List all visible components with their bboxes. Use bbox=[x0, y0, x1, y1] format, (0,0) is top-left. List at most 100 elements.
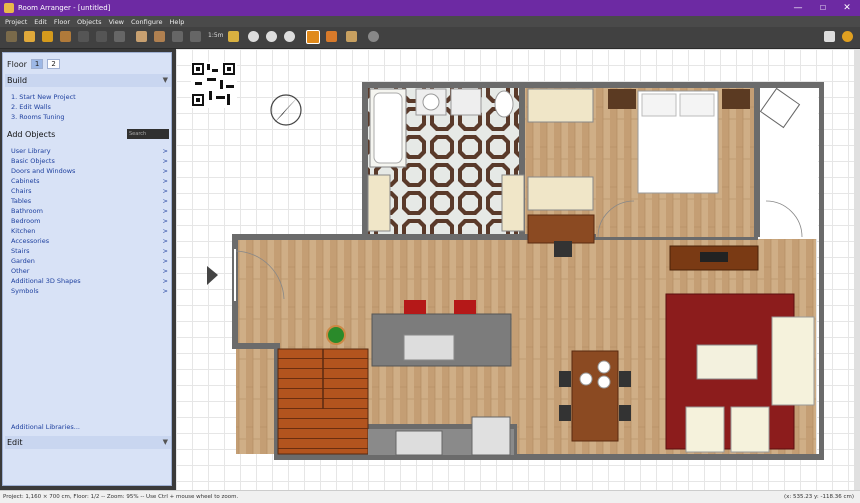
view-2d-icon[interactable] bbox=[306, 30, 320, 44]
menu-edit[interactable]: Edit bbox=[34, 18, 47, 26]
measure-icon[interactable] bbox=[228, 31, 239, 42]
menu-project[interactable]: Project bbox=[5, 18, 27, 26]
kitchen-sink bbox=[403, 334, 455, 361]
category-user-library[interactable]: User Library > bbox=[11, 147, 168, 155]
bar-stool-2 bbox=[454, 300, 476, 314]
info-icon[interactable] bbox=[842, 31, 853, 42]
step-edit-walls[interactable]: 2. Edit Walls bbox=[11, 103, 51, 111]
new-project-icon[interactable] bbox=[6, 31, 17, 42]
wardrobe bbox=[527, 88, 594, 123]
plate-2 bbox=[597, 360, 611, 374]
app-icon bbox=[4, 3, 14, 13]
search-input[interactable]: Search bbox=[127, 129, 169, 139]
dresser bbox=[527, 176, 594, 211]
draw-icon[interactable] bbox=[114, 31, 125, 42]
category-bedroom[interactable]: Bedroom > bbox=[11, 217, 168, 225]
category-bathroom[interactable]: Bathroom > bbox=[11, 207, 168, 215]
bathroom-sink-2 bbox=[450, 88, 482, 116]
category-accessories[interactable]: Accessories > bbox=[11, 237, 168, 245]
menu-floor[interactable]: Floor bbox=[54, 18, 70, 26]
window-title: Room Arranger - [untitled] bbox=[18, 4, 111, 12]
edit-title: Edit bbox=[7, 438, 23, 447]
coffee-table bbox=[696, 344, 758, 380]
close-button[interactable]: ✕ bbox=[834, 0, 860, 16]
print-icon[interactable] bbox=[60, 31, 71, 42]
hand-pan-icon[interactable] bbox=[824, 31, 835, 42]
dining-chair bbox=[559, 371, 571, 387]
category-chairs[interactable]: Chairs > bbox=[11, 187, 168, 195]
entrance-door-gap bbox=[234, 249, 236, 301]
armchair bbox=[685, 406, 725, 453]
category-basic-objects[interactable]: Basic Objects > bbox=[11, 157, 168, 165]
minimize-button[interactable]: — bbox=[785, 0, 811, 16]
category-doors-windows[interactable]: Doors and Windows > bbox=[11, 167, 168, 175]
menu-view[interactable]: View bbox=[109, 18, 124, 26]
floor-tab-1[interactable]: 1 bbox=[30, 59, 44, 69]
redo-icon[interactable] bbox=[96, 31, 107, 42]
menu-help[interactable]: Help bbox=[170, 18, 185, 26]
category-symbols[interactable]: Symbols > bbox=[11, 287, 168, 295]
build-section-header[interactable]: Build ▼ bbox=[5, 74, 171, 87]
stove bbox=[395, 430, 443, 456]
add-objects-title: Add Objects bbox=[7, 130, 56, 139]
category-cabinets[interactable]: Cabinets > bbox=[11, 177, 168, 185]
floor-plan-icon[interactable] bbox=[136, 31, 147, 42]
pillow bbox=[641, 93, 677, 117]
maximize-button[interactable]: ☐ bbox=[810, 0, 836, 16]
dining-chair-3 bbox=[619, 371, 631, 387]
coordinates-readout: (x: 535.23 y: -118.36 cm) bbox=[784, 494, 854, 500]
additional-libraries-link[interactable]: Additional Libraries... bbox=[11, 423, 80, 431]
step-new-project[interactable]: 1. Start New Project bbox=[11, 93, 76, 101]
settings-icon[interactable] bbox=[368, 31, 379, 42]
pillow-2 bbox=[679, 93, 715, 117]
view-3d-icon[interactable] bbox=[326, 31, 337, 42]
category-other[interactable]: Other > bbox=[11, 267, 168, 275]
edit-section-header[interactable]: Edit ▼ bbox=[5, 436, 171, 449]
entrance-arrow-icon bbox=[207, 266, 218, 285]
dining-chair-4 bbox=[619, 405, 631, 421]
tv bbox=[700, 252, 728, 262]
floor-plan-canvas[interactable] bbox=[176, 49, 854, 490]
nightstand-2 bbox=[722, 89, 750, 109]
build-title: Build bbox=[7, 76, 28, 85]
zoom-in-icon[interactable] bbox=[266, 31, 277, 42]
bathtub bbox=[369, 88, 407, 168]
step-rooms-tuning[interactable]: 3. Rooms Tuning bbox=[11, 113, 65, 121]
category-tables[interactable]: Tables > bbox=[11, 197, 168, 205]
plant bbox=[326, 325, 346, 345]
menu-objects[interactable]: Objects bbox=[77, 18, 102, 26]
status-text: Project: 1,160 × 700 cm, Floor: 1/2 -- Z… bbox=[3, 494, 239, 500]
floor-tab-2[interactable]: 2 bbox=[47, 59, 60, 69]
zoom-out-icon[interactable] bbox=[284, 31, 295, 42]
box-icon[interactable] bbox=[346, 31, 357, 42]
floor-label: Floor bbox=[7, 59, 27, 69]
menu-bar: Project Edit Floor Objects View Configur… bbox=[0, 16, 860, 27]
furniture-icon[interactable] bbox=[154, 31, 165, 42]
desk-chair bbox=[554, 241, 572, 257]
dimensions-icon[interactable] bbox=[190, 31, 201, 42]
collapse-icon[interactable]: ▼ bbox=[163, 436, 168, 449]
undo-icon[interactable] bbox=[78, 31, 89, 42]
scale-label[interactable]: 1:5m bbox=[208, 32, 224, 39]
save-icon[interactable] bbox=[42, 31, 53, 42]
menu-configure[interactable]: Configure bbox=[131, 18, 163, 26]
bathroom-cabinet-2 bbox=[501, 174, 525, 232]
walls-icon[interactable] bbox=[172, 31, 183, 42]
zoom-fit-icon[interactable] bbox=[248, 31, 259, 42]
left-panel: Floor 1 2 Build ▼ 1. Start New Project 2.… bbox=[0, 49, 175, 490]
open-folder-icon[interactable] bbox=[24, 31, 35, 42]
nightstand bbox=[608, 89, 636, 109]
side-panel: Floor 1 2 Build ▼ 1. Start New Project 2.… bbox=[2, 52, 172, 486]
category-stairs[interactable]: Stairs > bbox=[11, 247, 168, 255]
title-bar: Room Arranger - [untitled] — ☐ ✕ bbox=[0, 0, 860, 16]
floor-plan-drawing bbox=[191, 62, 824, 460]
category-kitchen[interactable]: Kitchen > bbox=[11, 227, 168, 235]
toolbar: 1:5m bbox=[0, 27, 860, 49]
vertical-scrollbar[interactable] bbox=[854, 49, 860, 490]
category-3d-shapes[interactable]: Additional 3D Shapes > bbox=[11, 277, 168, 285]
plate-3 bbox=[597, 375, 611, 389]
collapse-icon[interactable]: ▼ bbox=[163, 74, 168, 87]
dishwasher bbox=[471, 416, 511, 456]
category-garden[interactable]: Garden > bbox=[11, 257, 168, 265]
sink-basin bbox=[422, 93, 440, 111]
